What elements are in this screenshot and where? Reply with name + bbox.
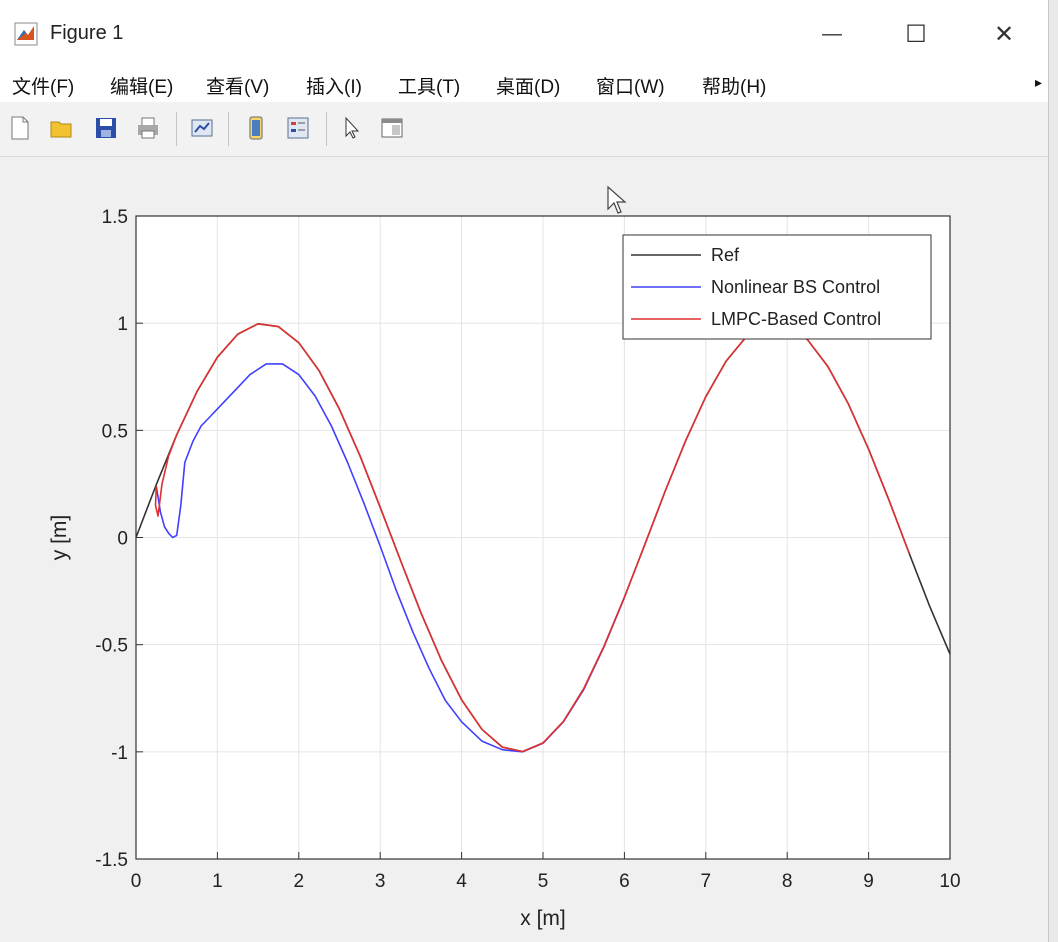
y-tick-label: 0 bbox=[117, 529, 128, 550]
matlab-icon bbox=[14, 22, 38, 46]
menu-overflow-icon[interactable]: ▸ bbox=[1035, 74, 1042, 91]
window-title: Figure 1 bbox=[50, 22, 124, 44]
menu-view[interactable]: 查看(V) bbox=[206, 72, 269, 99]
x-tick-label: 8 bbox=[782, 871, 793, 892]
plot: 0 1 2 3 4 5 6 7 8 9 10 1.5 1 0.5 0 -0.5 -1 -1.5 x [m] y … bbox=[48, 207, 961, 930]
x-tick-label: 5 bbox=[538, 871, 549, 892]
link-plot-button[interactable] bbox=[188, 114, 216, 142]
x-tick-label: 10 bbox=[939, 871, 960, 892]
x-tick-label: 3 bbox=[375, 871, 386, 892]
save-icon bbox=[96, 118, 116, 138]
property-inspector-icon bbox=[381, 118, 403, 138]
print-button[interactable] bbox=[134, 114, 162, 142]
menu-bar: 文件(F) 编辑(E) 查看(V) 插入(I) 工具(T) 桌面(D) 窗口(W… bbox=[0, 66, 1048, 102]
figure-window: Figure 1 — ☐ ✕ 文件(F) 编辑(E) 查看(V) 插入(I) 工… bbox=[0, 0, 1049, 942]
menu-file[interactable]: 文件(F) bbox=[12, 72, 74, 99]
toolbar-separator bbox=[228, 112, 229, 146]
y-axis-label: y [m] bbox=[48, 515, 71, 561]
x-axis-label: x [m] bbox=[520, 907, 566, 930]
menu-desktop[interactable]: 桌面(D) bbox=[496, 72, 560, 99]
new-figure-icon bbox=[11, 116, 29, 140]
open-file-icon bbox=[50, 121, 72, 138]
y-tick-label: -1 bbox=[111, 743, 128, 764]
x-tick-label: 0 bbox=[131, 871, 142, 892]
open-file-button[interactable] bbox=[48, 114, 76, 142]
minimize-button[interactable]: — bbox=[802, 14, 862, 54]
menu-edit[interactable]: 编辑(E) bbox=[110, 72, 173, 99]
menu-window[interactable]: 窗口(W) bbox=[596, 72, 665, 99]
y-tick-label: 1.5 bbox=[102, 207, 128, 228]
save-button[interactable] bbox=[92, 114, 120, 142]
y-tick-label: -0.5 bbox=[95, 636, 128, 657]
edit-plot-button[interactable] bbox=[338, 114, 366, 142]
legend-icon bbox=[287, 117, 309, 139]
y-tick-label: 1 bbox=[117, 314, 128, 335]
toolbar bbox=[0, 102, 1048, 157]
x-tick-label: 4 bbox=[456, 871, 467, 892]
x-tick-label: 6 bbox=[619, 871, 630, 892]
title-bar[interactable]: Figure 1 — ☐ ✕ bbox=[0, 0, 1048, 66]
y-tick-label: -1.5 bbox=[95, 850, 128, 871]
new-figure-button[interactable] bbox=[6, 114, 34, 142]
legend-button[interactable] bbox=[284, 114, 312, 142]
figure-canvas[interactable]: 0 1 2 3 4 5 6 7 8 9 10 1.5 1 0.5 0 -0.5 -1 -1.5 x [m] y … bbox=[0, 157, 1048, 942]
menu-insert[interactable]: 插入(I) bbox=[306, 72, 362, 99]
y-tick-label: 0.5 bbox=[102, 421, 128, 442]
minimize-icon: — bbox=[822, 22, 842, 45]
link-plot-icon bbox=[191, 119, 213, 137]
print-icon bbox=[138, 117, 158, 139]
close-icon: ✕ bbox=[993, 20, 1015, 48]
x-tick-label: 1 bbox=[212, 871, 223, 892]
legend[interactable]: Ref Nonlinear BS Control LMPC-Based Contro… bbox=[622, 234, 932, 340]
x-tick-label: 2 bbox=[294, 871, 305, 892]
toolbar-separator bbox=[176, 112, 177, 146]
legend-entry: LMPC-Based Control bbox=[711, 309, 881, 329]
legend-entry: Ref bbox=[711, 245, 740, 265]
x-tick-label: 9 bbox=[863, 871, 874, 892]
menu-tools[interactable]: 工具(T) bbox=[398, 72, 460, 99]
maximize-button[interactable]: ☐ bbox=[886, 14, 946, 54]
colorbar-button[interactable] bbox=[242, 114, 270, 142]
colorbar-icon bbox=[249, 116, 263, 140]
maximize-icon: ☐ bbox=[905, 20, 927, 48]
toolbar-separator bbox=[326, 112, 327, 146]
edit-plot-icon bbox=[345, 116, 360, 139]
x-tick-label: 7 bbox=[701, 871, 712, 892]
close-button[interactable]: ✕ bbox=[974, 14, 1034, 54]
property-inspector-button[interactable] bbox=[378, 114, 406, 142]
legend-entry: Nonlinear BS Control bbox=[711, 277, 880, 297]
mouse-cursor-icon bbox=[607, 185, 627, 214]
menu-help[interactable]: 帮助(H) bbox=[702, 72, 766, 99]
